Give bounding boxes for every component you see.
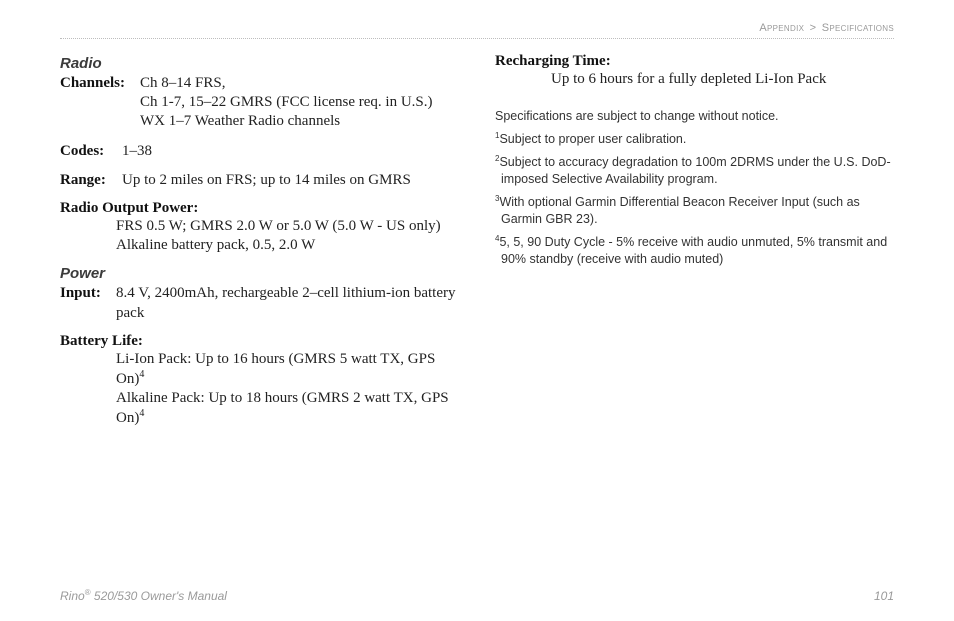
breadcrumb-separator: > <box>810 22 817 34</box>
spec-range: Range: Up to 2 miles on FRS; up to 14 mi… <box>60 171 459 190</box>
output-line1: FRS 0.5 W; GMRS 2.0 W or 5.0 W (5.0 W - … <box>116 218 441 234</box>
footer-product: Rino® 520/530 Owner's Manual <box>60 588 227 603</box>
spec-label-channels: Channels: <box>60 74 140 93</box>
breadcrumb-part-specifications: Specifications <box>822 22 894 34</box>
spec-codes: Codes: 1–38 <box>60 142 459 161</box>
page-footer: Rino® 520/530 Owner's Manual 101 <box>60 588 894 603</box>
footer-product-rest: 520/530 Owner's Manual <box>91 589 227 603</box>
footnote-1-text: Subject to proper user calibration. <box>499 132 686 146</box>
channels-line2: Ch 1-7, 15–22 GMRS (FCC license req. in … <box>140 94 433 110</box>
breadcrumb: Appendix > Specifications <box>60 22 894 39</box>
breadcrumb-part-appendix: Appendix <box>759 22 804 34</box>
footnote-4-text: 5, 5, 90 Duty Cycle - 5% receive with au… <box>499 235 887 266</box>
spec-label-input: Input: <box>60 284 116 303</box>
footer-product-name: Rino <box>60 589 85 603</box>
footnote-2: 2Subject to accuracy degradation to 100m… <box>495 154 894 188</box>
left-column: Radio Channels: Ch 8–14 FRS, Ch 1-7, 15–… <box>60 53 459 580</box>
footnote-3-text: With optional Garmin Differential Beacon… <box>499 195 859 226</box>
spec-label-battery-life: Battery Life: <box>60 333 459 350</box>
spec-value-channels: Ch 8–14 FRS, Ch 1-7, 15–22 GMRS (FCC lic… <box>140 74 459 132</box>
right-column: Recharging Time: Up to 6 hours for a ful… <box>495 53 894 580</box>
spec-label-recharge: Recharging Time: <box>495 53 894 70</box>
battery-line1-sup: 4 <box>139 369 144 380</box>
battery-line1: Li-Ion Pack: Up to 16 hours (GMRS 5 watt… <box>116 351 435 387</box>
battery-line2: Alkaline Pack: Up to 18 hours (GMRS 2 wa… <box>116 390 449 426</box>
channels-line1: Ch 8–14 FRS, <box>140 75 225 91</box>
spec-value-recharge: Up to 6 hours for a fully depleted Li-Io… <box>495 70 894 89</box>
footnote-1: 1Subject to proper user calibration. <box>495 131 894 148</box>
footnote-3: 3With optional Garmin Differential Beaco… <box>495 194 894 228</box>
spec-label-output-power: Radio Output Power: <box>60 200 459 217</box>
page: Appendix > Specifications Radio Channels… <box>0 0 954 621</box>
spec-value-battery-life: Li-Ion Pack: Up to 16 hours (GMRS 5 watt… <box>60 350 459 429</box>
footnote-2-text: Subject to accuracy degradation to 100m … <box>499 155 890 186</box>
page-number: 101 <box>874 589 894 603</box>
notice-text: Specifications are subject to change wit… <box>495 109 894 123</box>
output-line2: Alkaline battery pack, 0.5, 2.0 W <box>116 237 315 253</box>
content-columns: Radio Channels: Ch 8–14 FRS, Ch 1-7, 15–… <box>60 53 894 580</box>
spec-value-input: 8.4 V, 2400mAh, rechargeable 2–cell lith… <box>116 284 459 322</box>
spec-channels: Channels: Ch 8–14 FRS, Ch 1-7, 15–22 GMR… <box>60 74 459 132</box>
spec-label-codes: Codes: <box>60 142 122 161</box>
spec-label-range: Range: <box>60 171 122 190</box>
section-title-power: Power <box>60 265 459 282</box>
channels-line3: WX 1–7 Weather Radio channels <box>140 113 340 129</box>
spec-value-output-power: FRS 0.5 W; GMRS 2.0 W or 5.0 W (5.0 W - … <box>60 217 459 255</box>
spec-value-codes: 1–38 <box>122 142 459 161</box>
section-title-radio: Radio <box>60 55 459 72</box>
footnote-4: 45, 5, 90 Duty Cycle - 5% receive with a… <box>495 234 894 268</box>
spec-value-range: Up to 2 miles on FRS; up to 14 miles on … <box>122 171 459 190</box>
battery-line2-sup: 4 <box>139 408 144 419</box>
spec-input: Input: 8.4 V, 2400mAh, rechargeable 2–ce… <box>60 284 459 322</box>
